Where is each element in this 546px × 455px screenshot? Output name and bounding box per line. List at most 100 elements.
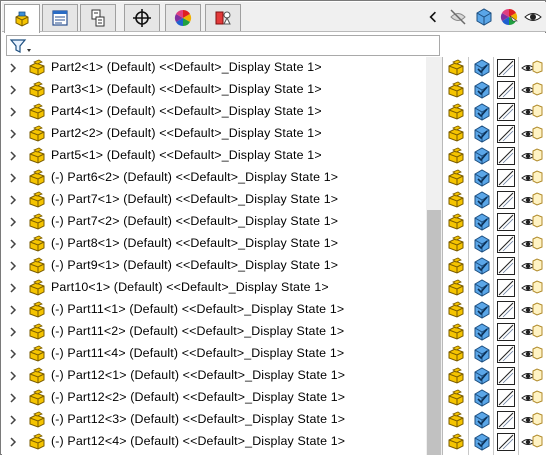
expand-arrow-icon[interactable] (8, 282, 18, 294)
display-mode-icon[interactable] (472, 102, 492, 122)
hide-show-icon[interactable] (446, 410, 466, 430)
hide-show-icon[interactable] (446, 102, 466, 122)
transparency-eye-icon[interactable] (521, 432, 543, 452)
transparency-eye-icon[interactable] (521, 102, 543, 122)
tab-dimxpert-manager[interactable] (124, 4, 160, 31)
hide-show-icon[interactable] (446, 80, 466, 100)
transparency-eye-icon[interactable] (521, 58, 543, 78)
appearance-icon[interactable] (496, 366, 516, 386)
appearance-icon[interactable] (496, 410, 516, 430)
transparency-eye-icon[interactable] (521, 80, 543, 100)
hide-show-icon[interactable] (446, 212, 466, 232)
expand-arrow-icon[interactable] (8, 216, 18, 228)
expand-arrow-icon[interactable] (8, 106, 18, 118)
tree-row[interactable]: (-) Part12<3> (Default) <<Default>_Displ… (2, 409, 426, 431)
appearance-icon[interactable] (496, 190, 516, 210)
appearance-icon[interactable] (496, 300, 516, 320)
hide-show-icon[interactable] (446, 278, 466, 298)
display-mode-icon[interactable] (472, 256, 492, 276)
hide-show-icon[interactable] (446, 168, 466, 188)
filter-funnel-icon[interactable] (9, 38, 33, 55)
hide-show-icon[interactable] (446, 432, 466, 452)
tree-row[interactable]: (-) Part12<1> (Default) <<Default>_Displ… (2, 365, 426, 387)
transparency-eye-icon[interactable] (521, 234, 543, 254)
appearance-icon[interactable] (496, 256, 516, 276)
display-mode-icon[interactable] (472, 322, 492, 342)
display-mode-icon[interactable] (472, 388, 492, 408)
tree-row[interactable]: (-) Part7<2> (Default) <<Default>_Displa… (2, 211, 426, 233)
tree-row[interactable]: (-) Part12<4> (Default) <<Default>_Displ… (2, 431, 426, 453)
transparency-eye-icon[interactable] (521, 190, 543, 210)
tree-row[interactable]: Part10<1> (Default) <<Default>_Display S… (2, 277, 426, 299)
appearance-icon[interactable] (496, 212, 516, 232)
tree-row[interactable]: Part5<1> (Default) <<Default>_Display St… (2, 145, 426, 167)
transparency-eye-icon[interactable] (521, 300, 543, 320)
appearance-icon[interactable] (496, 146, 516, 166)
appearance-icon[interactable] (496, 102, 516, 122)
appearance-icon[interactable] (496, 344, 516, 364)
display-mode-icon[interactable] (472, 80, 492, 100)
transparency-eye-icon[interactable] (521, 124, 543, 144)
appearance-icon[interactable] (496, 278, 516, 298)
expand-arrow-icon[interactable] (8, 260, 18, 272)
transparency-eye-icon[interactable] (521, 344, 543, 364)
transparency-eye-icon[interactable] (521, 388, 543, 408)
display-mode-icon[interactable] (472, 190, 492, 210)
display-mode-icon[interactable] (472, 124, 492, 144)
scrollbar-thumb[interactable] (427, 210, 441, 455)
appearance-icon[interactable] (496, 80, 516, 100)
hide-show-icon[interactable] (446, 124, 466, 144)
hide-show-icon[interactable] (446, 146, 466, 166)
transparency-eye-icon[interactable] (521, 278, 543, 298)
tree-row[interactable]: (-) Part11<1> (Default) <<Default>_Displ… (2, 299, 426, 321)
expand-arrow-icon[interactable] (8, 370, 18, 382)
display-mode-icon[interactable] (472, 344, 492, 364)
transparency-eye-icon[interactable] (521, 212, 543, 232)
transparency-eye-icon[interactable] (521, 146, 543, 166)
appearance-icon[interactable] (496, 234, 516, 254)
appearance-icon[interactable] (496, 58, 516, 78)
tree-row[interactable]: (-) Part9<1> (Default) <<Default>_Displa… (2, 255, 426, 277)
display-mode-icon[interactable] (472, 58, 492, 78)
transparency-eye-icon[interactable] (521, 256, 543, 276)
hide-show-icon[interactable] (446, 58, 466, 78)
hide-show-icon[interactable] (446, 388, 466, 408)
expand-arrow-icon[interactable] (8, 348, 18, 360)
tab-property-manager[interactable] (42, 4, 78, 31)
hide-show-icon[interactable] (446, 366, 466, 386)
display-mode-icon[interactable] (472, 366, 492, 386)
hide-show-icon[interactable] (446, 234, 466, 254)
display-mode-icon[interactable] (472, 432, 492, 452)
appearance-icon[interactable] (496, 388, 516, 408)
display-mode-icon[interactable] (472, 410, 492, 430)
tree-row[interactable]: (-) Part7<1> (Default) <<Default>_Displa… (2, 189, 426, 211)
tab-display-manager[interactable] (165, 4, 201, 31)
expand-arrow-icon[interactable] (8, 62, 18, 74)
hide-show-icon[interactable] (446, 256, 466, 276)
appearance-icon[interactable] (496, 432, 516, 452)
expand-arrow-icon[interactable] (8, 150, 18, 162)
transparency-eye-icon[interactable] (521, 322, 543, 342)
tree-row[interactable]: Part2<2> (Default) <<Default>_Display St… (2, 123, 426, 145)
display-mode-icon[interactable] (472, 168, 492, 188)
tree-row[interactable]: (-) Part11<2> (Default) <<Default>_Displ… (2, 321, 426, 343)
hide-show-icon[interactable] (446, 322, 466, 342)
hide-show-icon[interactable] (446, 190, 466, 210)
display-mode-icon[interactable] (472, 212, 492, 232)
expand-arrow-icon[interactable] (8, 84, 18, 96)
expand-arrow-icon[interactable] (8, 238, 18, 250)
tab-feature-manager[interactable] (4, 4, 40, 33)
tree-row[interactable]: (-) Part8<1> (Default) <<Default>_Displa… (2, 233, 426, 255)
filter-input[interactable] (6, 35, 440, 56)
transparency-eye-icon[interactable] (521, 366, 543, 386)
display-mode-icon[interactable] (472, 234, 492, 254)
collapse-chevron-left-icon[interactable] (426, 5, 440, 29)
expand-arrow-icon[interactable] (8, 326, 18, 338)
expand-arrow-icon[interactable] (8, 194, 18, 206)
transparency-eye-icon[interactable] (521, 410, 543, 430)
expand-arrow-icon[interactable] (8, 414, 18, 426)
tree-row[interactable]: (-) Part12<2> (Default) <<Default>_Displ… (2, 387, 426, 409)
tree-row[interactable]: Part4<1> (Default) <<Default>_Display St… (2, 101, 426, 123)
tree-row[interactable]: Part3<1> (Default) <<Default>_Display St… (2, 79, 426, 101)
display-mode-cube-icon[interactable] (473, 5, 495, 29)
